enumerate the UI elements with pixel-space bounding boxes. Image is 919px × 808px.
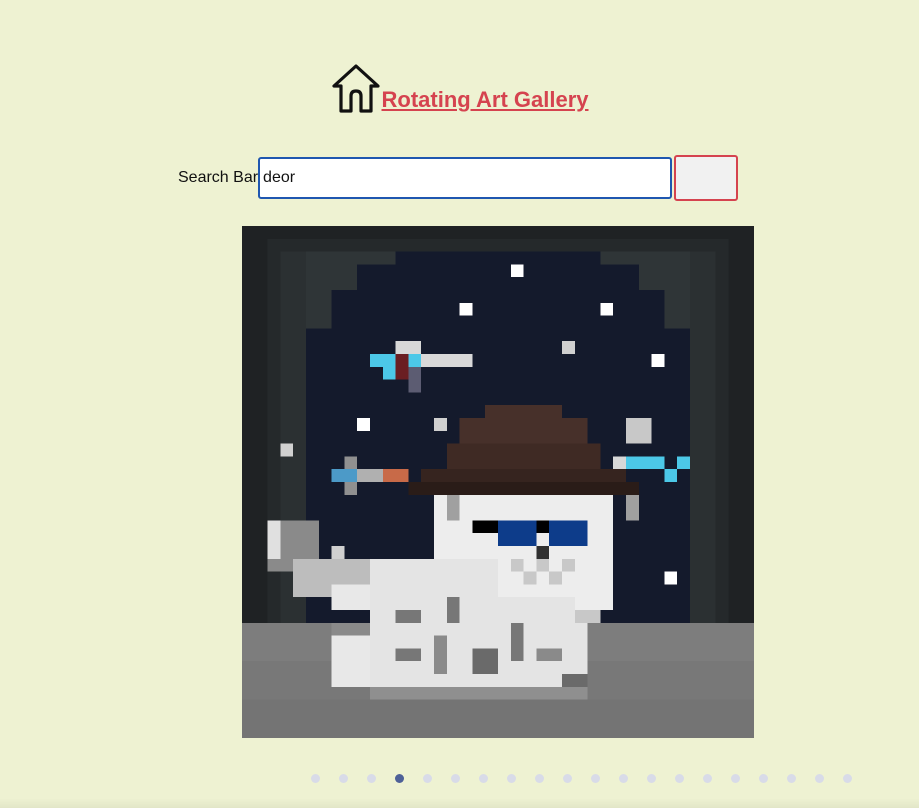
carousel-dot[interactable] (703, 774, 712, 783)
carousel-dot[interactable] (535, 774, 544, 783)
page-header: Rotating Art Gallery (0, 62, 919, 114)
carousel-dot[interactable] (675, 774, 684, 783)
carousel-dot[interactable] (647, 774, 656, 783)
carousel-dot[interactable] (563, 774, 572, 783)
carousel-dot[interactable] (311, 774, 320, 783)
search-button[interactable] (674, 155, 739, 201)
search-input[interactable] (258, 157, 673, 199)
carousel-dot[interactable] (507, 774, 516, 783)
home-link[interactable]: Rotating Art Gallery (331, 62, 589, 114)
carousel-dot[interactable] (787, 774, 796, 783)
carousel-dot[interactable] (367, 774, 376, 783)
carousel-dot[interactable] (843, 774, 852, 783)
carousel-dot[interactable] (395, 774, 404, 783)
carousel-dot[interactable] (451, 774, 460, 783)
footer-strip (0, 798, 919, 808)
carousel-dot[interactable] (731, 774, 740, 783)
carousel-dot[interactable] (479, 774, 488, 783)
home-icon[interactable] (331, 62, 381, 114)
search-bar: Search Bar (178, 155, 739, 201)
carousel-dots (311, 774, 852, 783)
artwork-image (242, 226, 754, 738)
carousel-dot[interactable] (619, 774, 628, 783)
carousel-dot[interactable] (339, 774, 348, 783)
carousel-dot[interactable] (591, 774, 600, 783)
page-title[interactable]: Rotating Art Gallery (382, 87, 589, 113)
carousel-dot[interactable] (423, 774, 432, 783)
search-label: Search Bar (178, 169, 259, 186)
carousel-dot[interactable] (815, 774, 824, 783)
carousel-dot[interactable] (759, 774, 768, 783)
